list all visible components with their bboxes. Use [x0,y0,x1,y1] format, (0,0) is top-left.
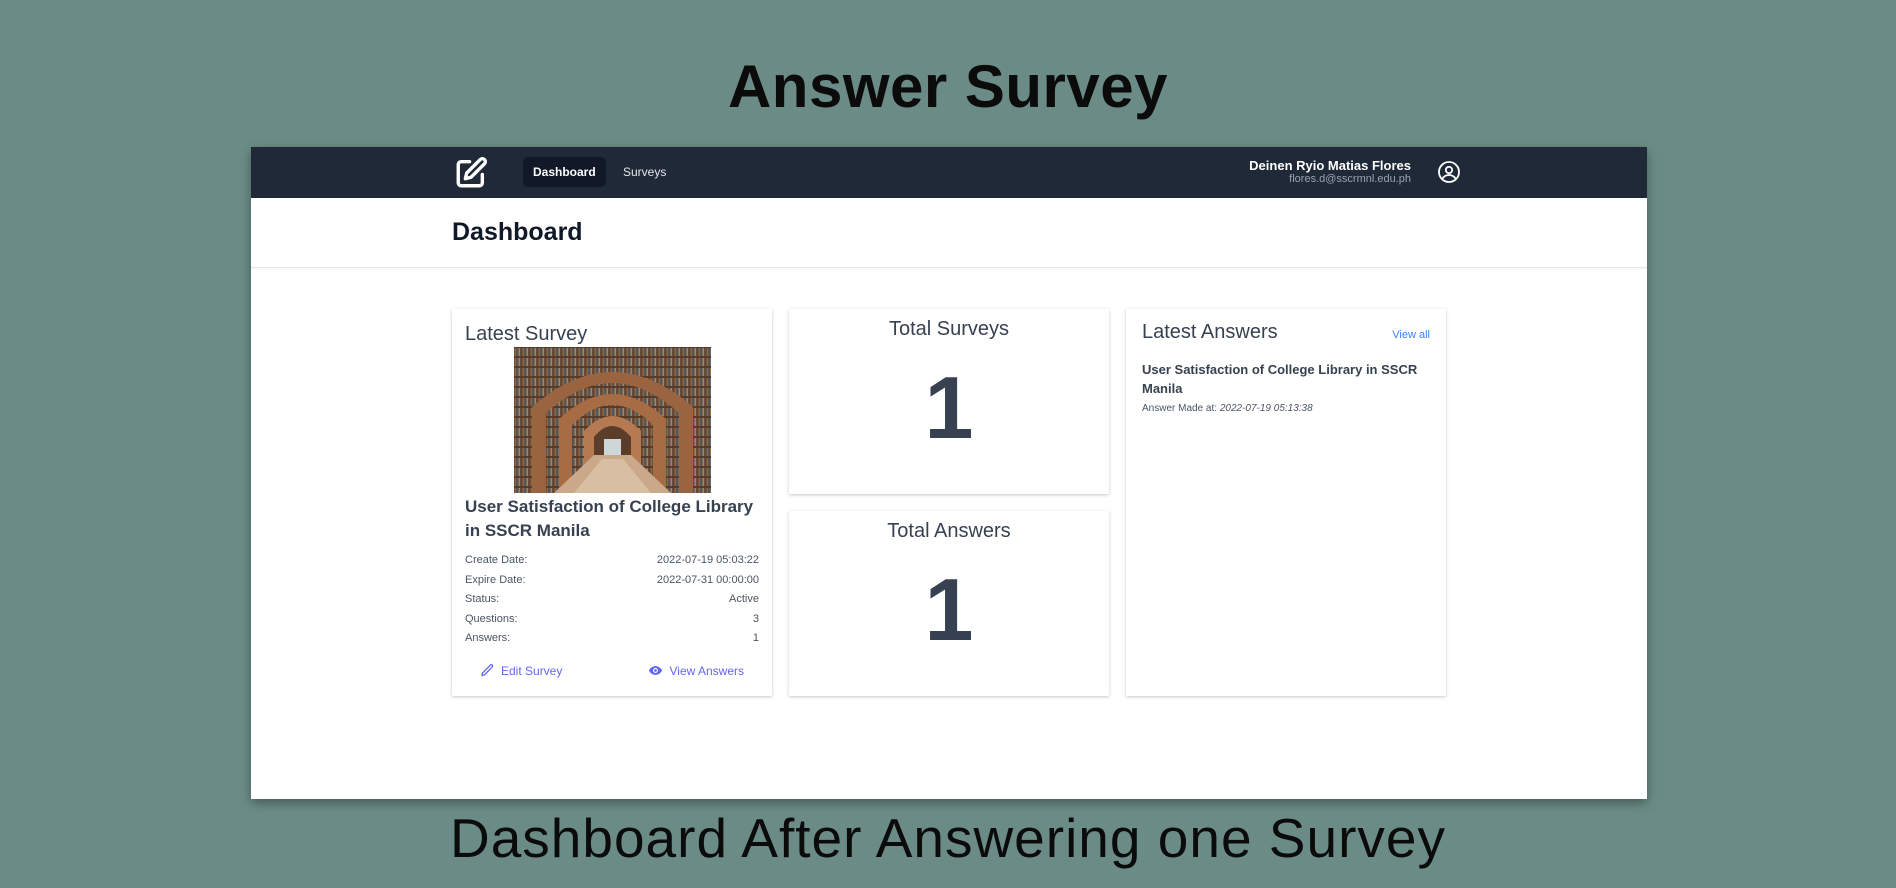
detail-row-expire-date: Expire Date: 2022-07-31 00:00:00 [465,571,759,591]
nav-dashboard-link[interactable]: Dashboard [523,157,606,187]
page-title: Dashboard [452,218,583,246]
survey-actions: Edit Survey View Answers [465,663,759,678]
total-surveys-card: Total Surveys 1 [789,309,1109,494]
detail-row-questions: Questions: 3 [465,610,759,630]
library-arches-image [513,347,711,493]
detail-label: Answers: [465,632,511,645]
app-window: Dashboard Surveys Deinen Ryio Matias Flo… [251,147,1647,799]
total-surveys-heading: Total Surveys [888,318,1010,340]
latest-answers-header: Latest Answers View all [1142,321,1430,344]
answer-list-item[interactable]: User Satisfaction of College Library in … [1142,360,1430,414]
slide-caption: Dashboard After Answering one Survey [449,807,1446,869]
detail-value: 2022-07-31 00:00:00 [656,573,759,586]
total-answers-value: 1 [924,560,974,659]
detail-row-create-date: Create Date: 2022-07-19 05:03:22 [465,551,759,571]
latest-answers-heading: Latest Answers [1142,321,1278,343]
detail-value: 3 [752,612,759,625]
latest-survey-heading: Latest Survey [465,323,588,345]
page-header: Dashboard [251,198,1647,268]
detail-label: Questions: [465,612,518,625]
pencil-icon [481,664,494,677]
answer-title: User Satisfaction of College Library in … [1142,362,1418,396]
detail-row-status: Status: Active [465,590,759,610]
view-answers-label: View Answers [669,663,744,678]
answer-meta-date: 2022-07-19 05:13:38 [1219,403,1313,414]
view-answers-button[interactable]: View Answers [647,663,744,678]
total-answers-card: Total Answers 1 [789,511,1109,696]
answer-meta: Answer Made at: 2022-07-19 05:13:38 [1142,403,1430,414]
total-answers-heading: Total Answers [887,520,1011,542]
user-email: flores.d@sscrmnl.edu.ph [1289,173,1411,185]
edit-survey-label: Edit Survey [501,663,563,678]
user-info: Deinen Ryio Matias Flores flores.d@sscrm… [1249,158,1411,186]
survey-details: Create Date: 2022-07-19 05:03:22 Expire … [465,551,759,649]
edit-square-icon[interactable] [454,156,488,190]
nav-surveys-link[interactable]: Surveys [613,157,676,187]
detail-label: Status: [465,593,500,606]
user-name: Deinen Ryio Matias Flores [1249,158,1411,173]
user-circle-icon[interactable] [1437,160,1461,184]
view-all-link[interactable]: View all [1392,329,1430,341]
detail-label: Create Date: [465,554,528,566]
detail-label: Expire Date: [465,573,526,586]
latest-survey-card: Latest Survey User Satisfaction of Colle… [452,309,772,696]
total-surveys-value: 1 [924,358,974,457]
detail-row-answers: Answers: 1 [465,629,759,649]
latest-survey-title: User Satisfaction of College Library in … [465,497,754,540]
slide-title: Answer Survey [727,53,1169,120]
detail-value: 1 [752,632,759,645]
answer-meta-label: Answer Made at: [1142,403,1218,414]
latest-answers-card: Latest Answers View all User Satisfactio… [1126,309,1446,696]
detail-value: 2022-07-19 05:03:22 [656,554,759,566]
eye-icon [648,666,662,675]
edit-survey-button[interactable]: Edit Survey [480,663,562,678]
top-navbar: Dashboard Surveys Deinen Ryio Matias Flo… [251,147,1647,198]
detail-value: Active [729,593,759,606]
